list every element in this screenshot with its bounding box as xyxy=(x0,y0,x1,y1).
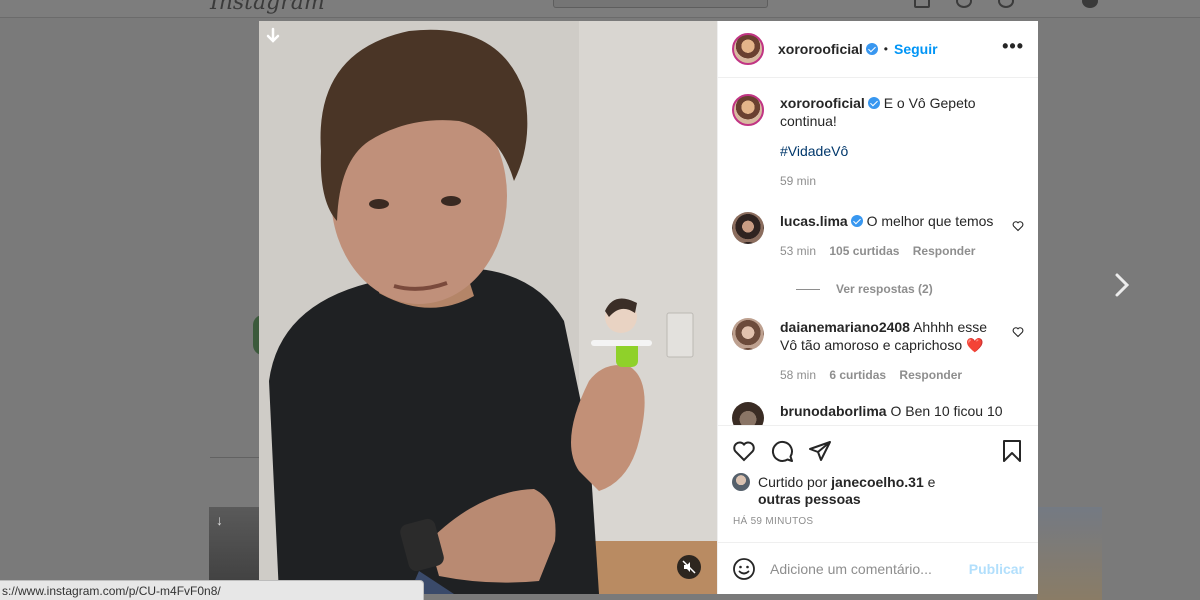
author-avatar[interactable] xyxy=(732,94,764,126)
reply-button[interactable]: Responder xyxy=(899,368,962,382)
comment-meta: 58 min 6 curtidas Responder xyxy=(780,366,1008,384)
author-avatar[interactable] xyxy=(732,33,764,65)
view-replies-label: Ver respostas (2) xyxy=(836,282,933,296)
commenter-avatar[interactable] xyxy=(732,402,764,425)
video-frame xyxy=(259,21,717,594)
post-timestamp[interactable]: HÁ 59 MINUTOS xyxy=(733,516,1024,536)
commenter-avatar[interactable] xyxy=(732,318,764,350)
comment-icon[interactable] xyxy=(770,439,794,463)
comment-input[interactable] xyxy=(770,560,969,577)
caption-username[interactable]: xororooficial xyxy=(780,95,865,111)
likes-prefix: Curtido por xyxy=(758,474,828,490)
caption-time: 59 min xyxy=(780,174,817,188)
author-username[interactable]: xororooficial xyxy=(778,41,863,57)
comment-like-heart-icon[interactable] xyxy=(1012,326,1024,338)
verified-icon xyxy=(865,43,878,55)
background-search xyxy=(553,0,768,8)
more-options-icon[interactable]: ••• xyxy=(1002,37,1024,57)
background-thumb-arrow-icon: ↓ xyxy=(216,512,223,528)
comment-likes[interactable]: 6 curtidas xyxy=(829,368,886,382)
background-nav-icon xyxy=(914,0,930,8)
mute-icon xyxy=(682,560,696,574)
commenter-avatar[interactable] xyxy=(732,212,764,244)
verified-icon xyxy=(850,215,863,227)
comment-meta: 53 min 105 curtidas Responder xyxy=(780,242,1008,260)
hashtag-link[interactable]: #VidadeVô xyxy=(780,142,1008,160)
caption: xororooficial E o Vô Gepeto continua! #V… xyxy=(732,94,1024,190)
post-header: xororooficial • Seguir ••• xyxy=(718,21,1038,78)
comment-username[interactable]: lucas.lima xyxy=(780,213,848,229)
post-actions: Curtido por janecoelho.31 e outras pesso… xyxy=(718,425,1038,536)
browser-status-url: s://www.instagram.com/p/CU-m4FvF0n8/ xyxy=(0,580,424,600)
caption-body: xororooficial E o Vô Gepeto continua! #V… xyxy=(780,94,1008,190)
reply-button[interactable]: Responder xyxy=(913,244,976,258)
likes-summary: Curtido por janecoelho.31 e outras pesso… xyxy=(732,473,1024,508)
publish-button[interactable]: Publicar xyxy=(969,561,1024,577)
heart-icon[interactable] xyxy=(732,439,756,463)
caption-meta: 59 min xyxy=(780,172,1008,190)
background-thumbnail xyxy=(1037,507,1102,600)
comment-username[interactable]: daianemariano2408 xyxy=(780,319,910,335)
next-post-chevron-icon[interactable] xyxy=(1110,270,1134,300)
share-icon[interactable] xyxy=(808,439,832,463)
instagram-logo: Instagram xyxy=(210,0,325,15)
bookmark-icon[interactable] xyxy=(1000,439,1024,463)
comment-time: 58 min xyxy=(780,368,817,382)
likes-suffix: e xyxy=(927,474,936,490)
post-modal: xororooficial • Seguir ••• xororooficial… xyxy=(259,21,1038,594)
comment-body: daianemariano2408 Ahhhh esse Vô tão amor… xyxy=(780,318,1008,384)
comment-item: brunodaborlima O Ben 10 ficou 10 xyxy=(732,402,1024,425)
post-sidebar: xororooficial • Seguir ••• xororooficial… xyxy=(717,21,1038,594)
mute-button[interactable] xyxy=(677,555,701,579)
follow-button[interactable]: Seguir xyxy=(894,41,938,57)
emoji-icon[interactable] xyxy=(732,557,756,581)
separator-dot: • xyxy=(883,42,888,56)
action-bar xyxy=(732,426,1024,476)
comment-likes[interactable]: 105 curtidas xyxy=(829,244,899,258)
comment-body: lucas.lima O melhor que temos 53 min 105… xyxy=(780,212,1008,260)
view-replies-button[interactable]: Ver respostas (2) xyxy=(796,282,1024,296)
liker-username[interactable]: janecoelho.31 xyxy=(831,474,924,490)
comment-item: daianemariano2408 Ahhhh esse Vô tão amor… xyxy=(732,318,1024,384)
add-comment-bar: Publicar xyxy=(718,542,1038,594)
likes-others-link[interactable]: outras pessoas xyxy=(758,491,861,507)
comment-like-heart-icon[interactable] xyxy=(1012,220,1024,232)
comment-username[interactable]: brunodaborlima xyxy=(780,403,887,419)
comments-list[interactable]: xororooficial E o Vô Gepeto continua! #V… xyxy=(718,78,1038,425)
comment-body: brunodaborlima O Ben 10 ficou 10 xyxy=(780,402,1008,425)
comment-time: 53 min xyxy=(780,244,817,258)
comment-text: O melhor que temos xyxy=(866,213,994,229)
liker-avatar[interactable] xyxy=(732,473,750,491)
download-arrow-icon[interactable] xyxy=(265,27,281,45)
comment-item: lucas.lima O melhor que temos 53 min 105… xyxy=(732,212,1024,260)
post-video[interactable] xyxy=(259,21,717,594)
verified-icon xyxy=(867,97,880,109)
likes-text: Curtido por janecoelho.31 e outras pesso… xyxy=(758,474,935,508)
comment-text: O Ben 10 ficou 10 xyxy=(890,403,1003,419)
